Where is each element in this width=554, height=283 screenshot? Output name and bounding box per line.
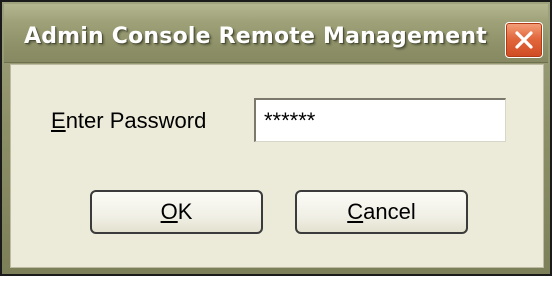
ok-label: K [177, 199, 193, 224]
screenshot-canvas: Admin Console Remote Management Enter Pa… [0, 0, 554, 283]
cancel-label: ancel [363, 199, 416, 224]
cancel-mnemonic: C [347, 199, 364, 224]
ok-mnemonic: O [160, 199, 178, 224]
close-icon [515, 31, 533, 49]
password-input[interactable] [254, 98, 506, 142]
password-label: Enter Password [51, 108, 206, 134]
ok-button[interactable]: OK [90, 190, 263, 234]
dialog-body [10, 64, 544, 268]
password-label-text: nter Password [65, 108, 207, 133]
window-title: Admin Console Remote Management [24, 24, 487, 49]
cancel-button[interactable]: Cancel [295, 190, 468, 234]
title-bar[interactable]: Admin Console Remote Management [4, 4, 548, 63]
password-label-mnemonic: E [51, 108, 66, 133]
close-button[interactable] [505, 22, 543, 58]
